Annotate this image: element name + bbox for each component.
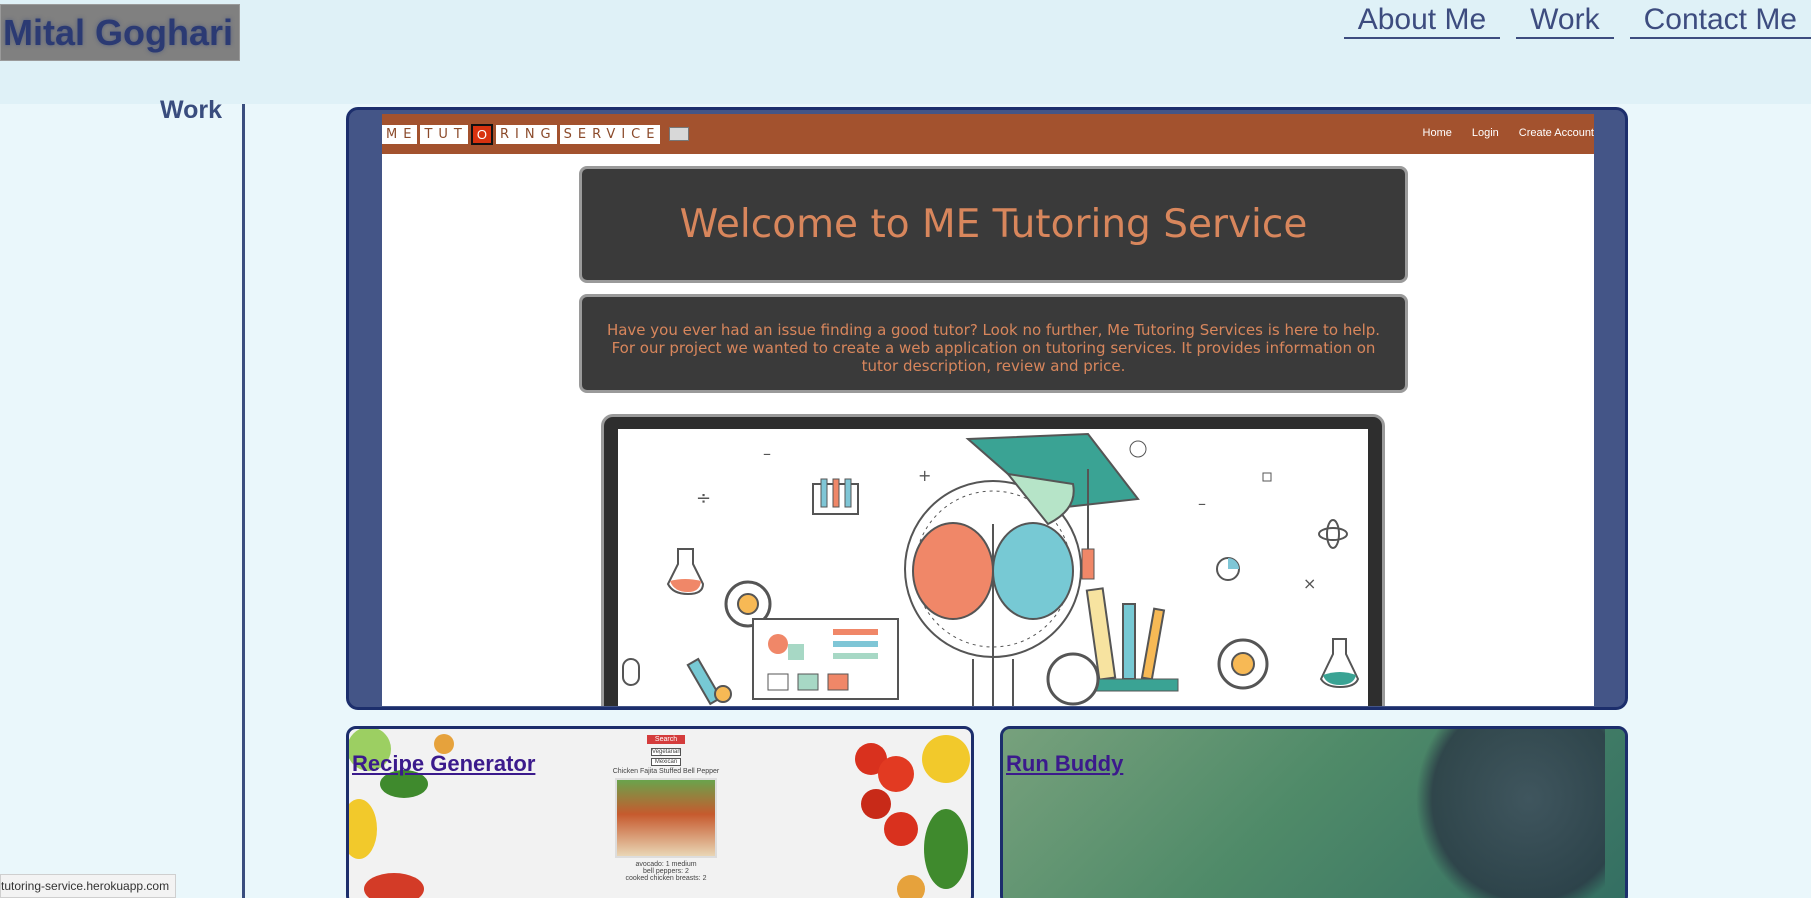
logo-highlight: O	[470, 124, 493, 145]
preview-link-login: Login	[1471, 127, 1499, 139]
browser-status-bar: tutoring-service.herokuapp.com	[0, 874, 177, 898]
project-screenshot: ME TUT O RING SERVICE Home Login Create …	[382, 114, 1594, 706]
featured-project-card[interactable]: ME TUT O RING SERVICE Home Login Create …	[346, 107, 1628, 710]
vegetables-right-image	[855, 735, 970, 898]
preview-ingredient: avocado: 1 medium	[635, 861, 697, 868]
preview-description: Have you ever had an issue finding a goo…	[579, 294, 1408, 393]
dish-image	[615, 778, 717, 858]
preview-ingredient: cooked chicken breasts: 2	[625, 875, 707, 882]
logo-segment: ME	[382, 125, 418, 144]
preview-ingredient: bell peppers: 2	[643, 868, 689, 875]
svg-text:+: +	[918, 466, 931, 485]
nav-contact-me[interactable]: Contact Me	[1629, 0, 1811, 39]
project-card-recipe-generator[interactable]: Search Vegetarian Mexican Chicken Fajita…	[346, 726, 974, 898]
nav-work[interactable]: Work	[1516, 0, 1614, 39]
project-link-recipe-generator[interactable]: Recipe Generator	[352, 751, 535, 777]
section-label-work: Work	[160, 96, 223, 124]
svg-text:–: –	[1198, 494, 1206, 513]
laptop-icon	[669, 127, 690, 141]
preview-search-button: Search	[646, 735, 686, 744]
project-link-run-buddy[interactable]: Run Buddy	[1006, 751, 1123, 777]
logo-segment: SERVICE	[559, 125, 661, 144]
preview-title: Welcome to ME Tutoring Service	[579, 166, 1408, 283]
preview-option-b: Mexican	[651, 758, 681, 766]
preview-link-create-account: Create Account	[1518, 127, 1594, 139]
preview-logo: ME TUT O RING SERVICE	[382, 124, 690, 145]
runner-figure-image	[1415, 729, 1605, 898]
preview-link-home: Home	[1422, 127, 1452, 139]
brain-graduation-illustration: – + – × ÷	[622, 432, 1360, 706]
site-brand[interactable]: Mital Goghari	[0, 4, 241, 61]
education-illustration: – + – × ÷	[618, 429, 1368, 706]
svg-text:÷: ÷	[696, 488, 711, 509]
svg-text:×: ×	[1303, 574, 1316, 593]
nav-about-me[interactable]: About Me	[1343, 0, 1501, 39]
preview-option-a: Vegetarian	[651, 748, 681, 756]
logo-segment: RING	[495, 125, 557, 144]
recipe-app-preview: Search Vegetarian Mexican Chicken Fajita…	[611, 733, 721, 882]
logo-segment: TUT	[420, 125, 468, 144]
main-nav: About Me Work Contact Me	[1328, 0, 1811, 39]
preview-navbar: ME TUT O RING SERVICE Home Login Create …	[382, 114, 1594, 154]
svg-text:–: –	[763, 444, 771, 463]
preview-dish-title: Chicken Fajita Stuffed Bell Pepper	[612, 768, 720, 775]
laptop-illustration: – + – × ÷	[601, 414, 1385, 706]
section-divider	[242, 104, 245, 898]
preview-nav-links: Home Login Create Account	[1423, 127, 1594, 139]
page-header: Mital Goghari About Me Work Contact Me	[0, 0, 1811, 104]
project-card-run-buddy[interactable]: Run Buddy	[1000, 726, 1628, 898]
